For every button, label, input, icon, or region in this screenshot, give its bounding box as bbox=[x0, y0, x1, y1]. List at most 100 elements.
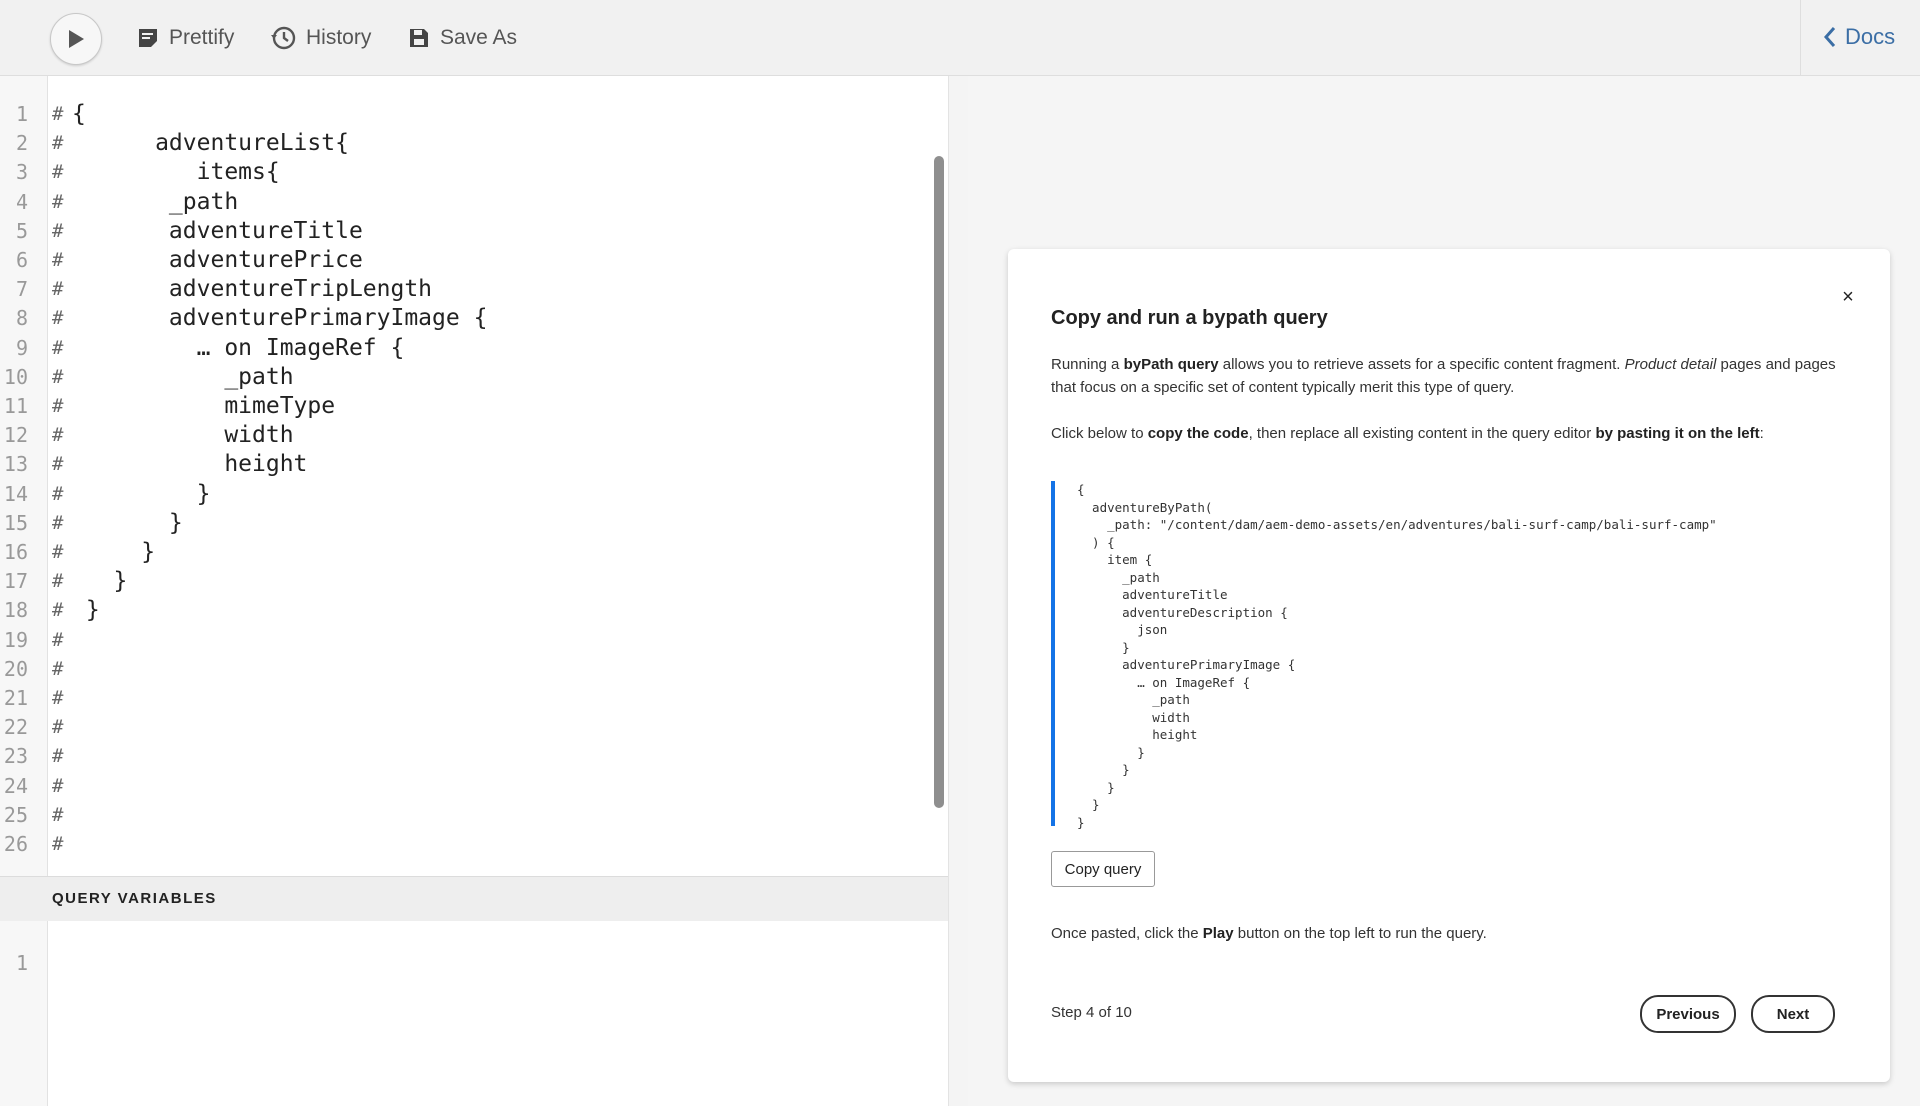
pane-divider[interactable] bbox=[948, 76, 969, 1106]
text: button on the top left to run the query. bbox=[1233, 925, 1487, 942]
editor-line[interactable]: 24 # bbox=[0, 772, 948, 801]
comment-marker: # bbox=[52, 190, 64, 213]
editor-line[interactable]: 19 # bbox=[0, 626, 948, 655]
code-text: adventurePrimaryImage { bbox=[72, 305, 488, 332]
prettify-icon bbox=[139, 29, 157, 47]
editor-scrollbar[interactable] bbox=[934, 156, 944, 808]
text: : bbox=[1759, 425, 1764, 442]
docs-label: Docs bbox=[1845, 24, 1896, 49]
line-number: 6 bbox=[15, 248, 28, 272]
line-number: 20 bbox=[3, 656, 28, 681]
editor-line[interactable]: 22 # bbox=[0, 713, 948, 742]
editor-line[interactable]: 7 # adventureTripLength bbox=[0, 275, 948, 304]
comment-marker: # bbox=[52, 365, 64, 388]
code-text: items{ bbox=[72, 159, 280, 186]
code-text: } bbox=[72, 509, 183, 536]
line-number: 22 bbox=[3, 715, 28, 740]
line-number: 10 bbox=[3, 364, 28, 389]
query-code-block: { adventureByPath( _path: "/content/dam/… bbox=[1051, 481, 1835, 830]
comment-marker: # bbox=[52, 249, 64, 271]
line-number: 21 bbox=[3, 686, 28, 710]
copy-query-button[interactable]: Copy query bbox=[1051, 851, 1155, 887]
editor-line[interactable]: 5 # adventureTitle bbox=[0, 217, 948, 246]
history-button[interactable]: History bbox=[270, 22, 371, 54]
code-text: adventureList{ bbox=[72, 130, 349, 157]
query-editor[interactable]: 1 #{2 # adventureList{3 # items{4 # _path 5 # … bbox=[0, 76, 948, 1106]
history-icon bbox=[271, 26, 296, 50]
line-number: 11 bbox=[3, 394, 28, 418]
editor-line[interactable]: 15 # } bbox=[0, 509, 948, 538]
chevron-left-icon bbox=[1823, 27, 1836, 47]
emphasis: Play bbox=[1202, 925, 1234, 942]
query-variables-editor[interactable]: 1 bbox=[0, 921, 948, 1106]
editor-line[interactable]: 13 # height bbox=[0, 450, 948, 479]
editor-line[interactable]: 20 # bbox=[0, 655, 948, 684]
line-number: 26 bbox=[3, 832, 28, 856]
text: Running a bbox=[1051, 356, 1124, 373]
comment-marker: # bbox=[52, 336, 64, 359]
code-text: } bbox=[72, 568, 128, 595]
comment-marker: # bbox=[52, 628, 64, 651]
editor-line[interactable]: 12 # width bbox=[0, 421, 948, 450]
editor-line[interactable]: 3 # items{ bbox=[0, 158, 948, 187]
tutorial-card: × Copy and run a bypath query Running a … bbox=[1008, 249, 1890, 1082]
text: , then replace all existing content in t… bbox=[1248, 425, 1596, 442]
editor-line[interactable]: 23 # bbox=[0, 742, 948, 771]
code-text: } bbox=[72, 539, 156, 565]
editor-line[interactable]: 26 # bbox=[0, 830, 948, 859]
docs-area: Docs bbox=[1800, 0, 1920, 75]
comment-marker: # bbox=[52, 803, 64, 826]
docs-button[interactable]: Docs bbox=[1823, 24, 1895, 50]
editor-line[interactable]: 11 # mimeType bbox=[0, 392, 948, 421]
comment-marker: # bbox=[52, 307, 64, 330]
code-text: adventureTitle bbox=[72, 217, 363, 244]
editor-line[interactable]: 21 # bbox=[0, 684, 948, 713]
prettify-button[interactable]: Prettify bbox=[137, 22, 234, 54]
editor-line[interactable]: 25 # bbox=[0, 801, 948, 830]
editor-line[interactable]: 10 # _path bbox=[0, 363, 948, 392]
code-text: _path bbox=[72, 188, 239, 215]
next-button[interactable]: Next bbox=[1751, 995, 1835, 1033]
comment-marker: # bbox=[52, 132, 64, 155]
text: allows you to retrieve assets for a spec… bbox=[1218, 356, 1625, 373]
code-text: adventurePrice bbox=[72, 247, 363, 273]
comment-marker: # bbox=[52, 570, 64, 593]
line-number: 23 bbox=[3, 744, 28, 769]
editor-line[interactable]: 14 # } bbox=[0, 480, 948, 509]
editor-line[interactable]: 9 # … on ImageRef { bbox=[0, 334, 948, 363]
editor-line[interactable]: 4 # _path bbox=[0, 188, 948, 217]
code-text: … on ImageRef { bbox=[72, 334, 405, 361]
close-icon[interactable]: × bbox=[1836, 285, 1860, 309]
code-text: height bbox=[72, 451, 308, 478]
editor-line[interactable]: 8 # adventurePrimaryImage { bbox=[0, 304, 948, 333]
comment-marker: # bbox=[52, 219, 64, 242]
query-variables-header[interactable]: QUERY VARIABLES bbox=[0, 876, 948, 922]
emphasis: Product detail bbox=[1624, 356, 1717, 373]
emphasis: copy the code bbox=[1147, 425, 1249, 442]
line-number: 3 bbox=[15, 160, 28, 185]
editor-line[interactable]: 1 # { bbox=[0, 100, 948, 129]
line-number: 4 bbox=[15, 189, 28, 214]
previous-button[interactable]: Previous bbox=[1640, 995, 1736, 1033]
editor-line[interactable]: 6 # adventurePrice bbox=[0, 246, 948, 275]
save-as-button[interactable]: Save As bbox=[408, 22, 517, 54]
editor-line[interactable]: 2 # adventureList{ bbox=[0, 129, 948, 158]
editor-line[interactable]: 18 # } bbox=[0, 596, 948, 625]
line-number: 19 bbox=[3, 627, 28, 652]
text: Once pasted, click the bbox=[1051, 925, 1203, 942]
comment-marker: # bbox=[52, 687, 64, 709]
comment-marker: # bbox=[52, 833, 64, 855]
line-number: 14 bbox=[3, 481, 28, 506]
comment-marker: # bbox=[52, 511, 64, 534]
line-number: 24 bbox=[3, 773, 28, 798]
editor-line[interactable]: 16 # } bbox=[0, 538, 948, 567]
code-text: _path bbox=[72, 363, 294, 390]
line-number: 25 bbox=[3, 802, 28, 827]
editor-line[interactable]: 17 # } bbox=[0, 567, 948, 596]
run-query-button[interactable] bbox=[50, 13, 102, 65]
code-text: } bbox=[72, 480, 211, 507]
line-number: 8 bbox=[15, 306, 28, 331]
comment-marker: # bbox=[52, 103, 64, 125]
line-number: 13 bbox=[3, 452, 28, 477]
comment-marker: # bbox=[52, 424, 64, 447]
